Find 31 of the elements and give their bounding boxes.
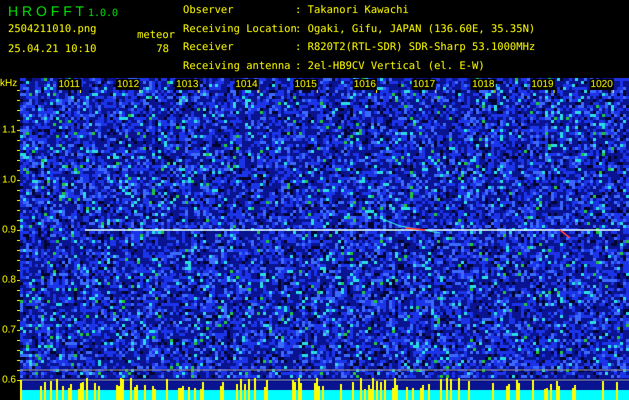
time-label: 1015 <box>294 79 318 90</box>
time-label: 1014 <box>234 79 259 90</box>
count-label: meteor <box>137 29 175 41</box>
info-value: : Takanori Kawachi <box>295 4 410 18</box>
frequency-label: 0.7 <box>2 324 16 336</box>
info-label: Receiving antenna <box>183 60 292 74</box>
frequency-label: 0.9 <box>2 224 16 236</box>
info-value: : 2el-HB9CV Vertical (el. E-W) <box>295 60 486 74</box>
info-label: Receiver <box>183 41 235 55</box>
frequency-label: 0.6 <box>2 374 16 386</box>
time-label: 1019 <box>530 79 555 90</box>
frequency-label: 1.1 <box>2 124 16 136</box>
time-label: 1016 <box>352 79 377 90</box>
time-label: 1020 <box>590 79 614 90</box>
info-value: : Ogaki, Gifu, JAPAN (136.60E, 35.35N) <box>295 22 536 36</box>
time-label: 1018 <box>471 79 496 90</box>
date-time: 25.04.21 10:10 <box>8 43 98 55</box>
info-label: Receiving Location <box>183 22 295 36</box>
app-title: H R O F F T <box>8 3 84 19</box>
info-label: Observer <box>183 4 235 18</box>
frequency-label: 0.8 <box>2 274 16 286</box>
time-label: 1012 <box>116 79 140 90</box>
frequency-label: 1.0 <box>2 174 16 186</box>
time-label: 1017 <box>412 79 436 90</box>
version-label: 1.0.0 <box>88 8 118 19</box>
file-name: 2504211010.png <box>8 23 98 35</box>
meteor-count: 78 <box>156 43 169 55</box>
time-label: 1011 <box>57 79 81 90</box>
axis-unit: kHz <box>0 78 18 89</box>
info-value: : R820T2(RTL-SDR) SDR-Sharp 53.1000MHz <box>295 41 536 55</box>
time-label: 1013 <box>175 79 200 90</box>
